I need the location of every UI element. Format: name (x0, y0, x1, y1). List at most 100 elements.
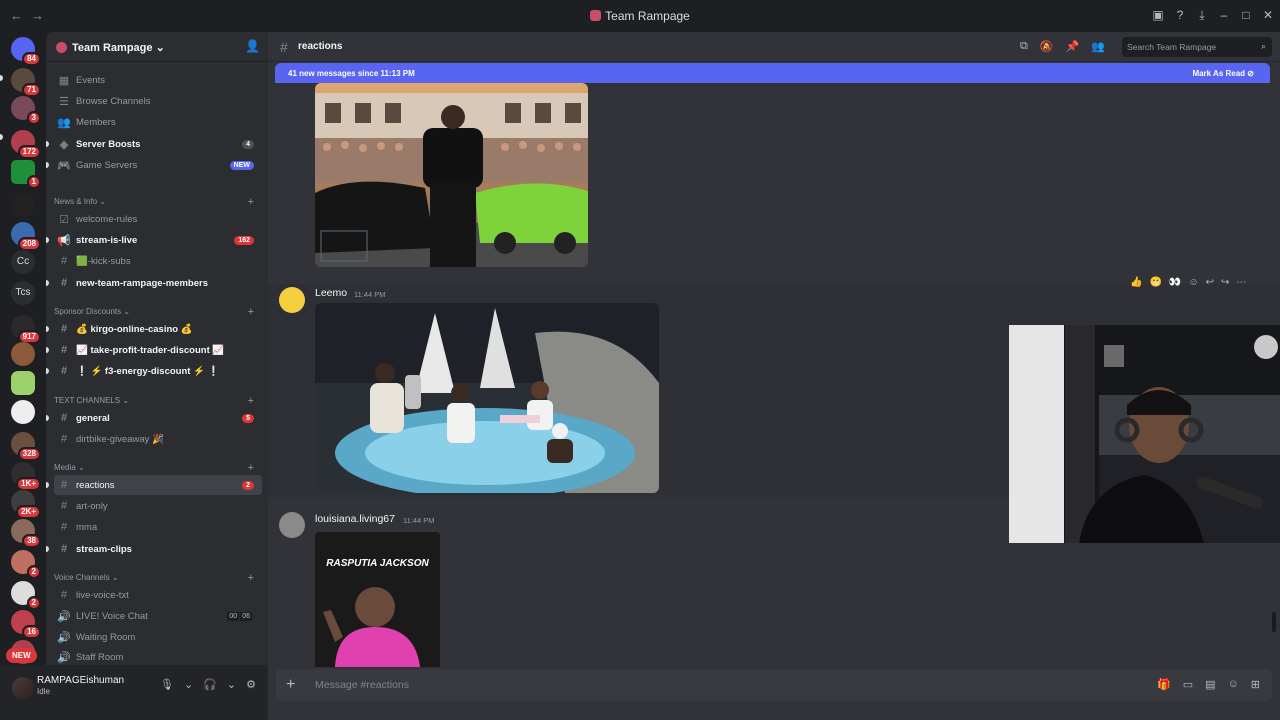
download-icon[interactable]: ⤓ (1196, 8, 1208, 23)
threads-icon[interactable]: ⧉ (1020, 40, 1028, 53)
kick-server-icon[interactable] (11, 193, 35, 217)
category-media[interactable]: Media ⌄ + (54, 462, 262, 474)
add-attachment-icon[interactable]: + (286, 676, 295, 694)
forward-icon[interactable]: ↪ (1221, 277, 1229, 288)
sidebar-item-members[interactable]: 👥 Members (54, 112, 262, 132)
sidebar-item-events[interactable]: ▦ Events (54, 70, 262, 90)
close-button[interactable]: ✕ (1262, 8, 1274, 23)
mute-bell-icon[interactable]: 🔕 (1040, 40, 1054, 53)
server-icon[interactable]: Cc (11, 250, 35, 274)
voice-channel-waiting-room[interactable]: 🔊 Waiting Room (54, 627, 262, 647)
apps-icon[interactable]: ⊞ (1251, 678, 1260, 691)
chevron-down-icon[interactable]: ⌄ (227, 678, 236, 691)
more-options-icon[interactable]: ⋯ (1236, 277, 1246, 288)
gear-icon[interactable]: ⚙ (246, 678, 256, 691)
avatar[interactable] (12, 677, 34, 699)
gif-icon[interactable]: ▭ (1183, 678, 1193, 691)
message-author[interactable]: Leemo (315, 287, 347, 299)
message-image[interactable]: RASPUTIA JACKSON (315, 532, 440, 667)
avatar[interactable] (279, 287, 305, 313)
message-image[interactable] (315, 303, 659, 493)
channel-kirgo-casino[interactable]: # 💰 kirgo-online-casino 💰 (46, 319, 262, 339)
channel-art-only[interactable]: # art-only (54, 496, 262, 516)
voice-channel-live[interactable]: 🔊 LIVE! Voice Chat 00 06 (54, 606, 262, 626)
channel-stream-clips[interactable]: # stream-clips (46, 539, 262, 559)
minimize-button[interactable]: – (1218, 8, 1230, 23)
channel-general[interactable]: # general 5 (46, 408, 262, 428)
username[interactable]: RAMPAGEishuman (37, 675, 124, 686)
server-icon[interactable]: 2K+ (11, 490, 41, 519)
channel-kick-subs[interactable]: # 🟩-kick-subs (54, 251, 262, 271)
add-channel-icon[interactable]: + (248, 572, 254, 584)
message-author[interactable]: louisiana.living67 (315, 513, 395, 525)
search-input[interactable]: Search Team Rampage ⌕ (1122, 37, 1272, 57)
sidebar-item-browse-channels[interactable]: ☰ Browse Channels (54, 91, 262, 111)
channel-reactions[interactable]: # reactions 2 (46, 475, 262, 495)
add-channel-icon[interactable]: + (248, 196, 254, 208)
message-image[interactable] (315, 83, 588, 267)
member-list-icon[interactable]: 👥 (1091, 40, 1105, 53)
channel-new-members[interactable]: # new-team-rampage-members (46, 273, 262, 293)
add-channel-icon[interactable]: + (248, 306, 254, 318)
emoji-reaction-icon[interactable]: 😬 (1149, 277, 1161, 288)
server-icon[interactable]: 2 (11, 550, 41, 579)
reply-icon[interactable]: ↩ (1206, 277, 1214, 288)
sticker-icon[interactable]: ▤ (1205, 678, 1215, 691)
category-text-channels[interactable]: TEXT CHANNELS ⌄ + (54, 395, 262, 407)
voice-channel-staff-room[interactable]: 🔊 Staff Room (54, 648, 262, 666)
channel-dirtbike-giveaway[interactable]: # dirtbike-giveaway 🎉 (54, 429, 262, 449)
chevron-down-icon[interactable]: ⌄ (184, 678, 193, 691)
maximize-button[interactable]: □ (1240, 8, 1252, 23)
help-icon[interactable]: ? (1174, 8, 1186, 23)
channel-live-voice-txt[interactable]: # live-voice-txt (54, 585, 262, 605)
channel-welcome-rules[interactable]: ☑ welcome-rules (54, 209, 262, 229)
gamepad-icon: 🎮 (57, 159, 71, 172)
thumbs-up-reaction-icon[interactable]: 👍 (1130, 277, 1142, 288)
server-icon[interactable]: 172 (11, 130, 41, 159)
server-icon[interactable]: 2 (11, 581, 41, 610)
server-icon[interactable] (11, 400, 35, 424)
microphone-icon[interactable]: 🎙 (160, 678, 174, 691)
add-reaction-icon[interactable]: ☺ (1188, 277, 1198, 288)
server-icon[interactable]: 16 (11, 610, 41, 639)
server-icon[interactable]: 71 (11, 68, 41, 97)
server-icon[interactable]: Tcs (11, 281, 35, 305)
category-sponsor[interactable]: Sponsor Discounts ⌄ + (54, 306, 262, 318)
direct-messages-button[interactable]: 84 (11, 37, 41, 66)
channel-mma[interactable]: # mma (54, 517, 262, 537)
eyes-reaction-icon[interactable]: 👀 (1169, 277, 1181, 288)
channel-stream-is-live[interactable]: 📢 stream-is-live 162 (46, 230, 262, 250)
avatar[interactable] (279, 512, 305, 538)
server-icon[interactable]: 208 (11, 222, 41, 251)
category-voice-channels[interactable]: Voice Channels ⌄ + (54, 572, 262, 584)
server-icon[interactable] (11, 342, 35, 366)
message-input[interactable]: Message #reactions (315, 679, 409, 691)
sidebar-item-server-boosts[interactable]: ◈ Server Boosts 4 (46, 134, 262, 154)
server-icon[interactable]: 1K+ (11, 462, 41, 491)
add-channel-icon[interactable]: + (248, 462, 254, 474)
invite-people-icon[interactable]: 👤 (245, 39, 260, 53)
server-icon[interactable]: 3 (11, 96, 41, 125)
sidebar-item-game-servers[interactable]: 🎮 Game Servers NEW (46, 155, 262, 175)
mark-as-read-button[interactable]: Mark As Read ⊘ (1192, 69, 1254, 78)
server-icon[interactable]: 1 (11, 160, 41, 189)
new-messages-bar[interactable]: 41 new messages since 11:13 PM Mark As R… (275, 63, 1270, 83)
user-status: Idle (37, 687, 50, 696)
server-icon[interactable]: 328 (11, 432, 41, 461)
add-channel-icon[interactable]: + (248, 395, 254, 407)
scrollbar[interactable] (1272, 612, 1276, 632)
server-icon[interactable]: 38 (11, 519, 41, 548)
server-header[interactable]: Team Rampage ⌄ 👤 (46, 32, 268, 62)
inbox-icon[interactable]: ▣ (1152, 8, 1164, 23)
channel-take-profit[interactable]: # 📈 take-profit-trader-discount 📈 (46, 340, 262, 360)
gift-icon[interactable]: 🎁 (1157, 678, 1171, 691)
server-icon[interactable]: 917 (11, 315, 41, 344)
mention-badge: 2 (242, 480, 254, 490)
category-news[interactable]: News & Info ⌄ + (54, 196, 262, 208)
pin-icon[interactable]: 📌 (1066, 40, 1080, 53)
emoji-icon[interactable]: ☺ (1228, 678, 1239, 691)
new-servers-badge[interactable]: NEW (6, 648, 37, 663)
channel-f3-energy[interactable]: # ❕ ⚡ f3-energy-discount ⚡ ❕ (46, 361, 262, 381)
headphones-icon[interactable]: 🎧 (203, 678, 217, 691)
server-icon[interactable] (11, 371, 35, 395)
